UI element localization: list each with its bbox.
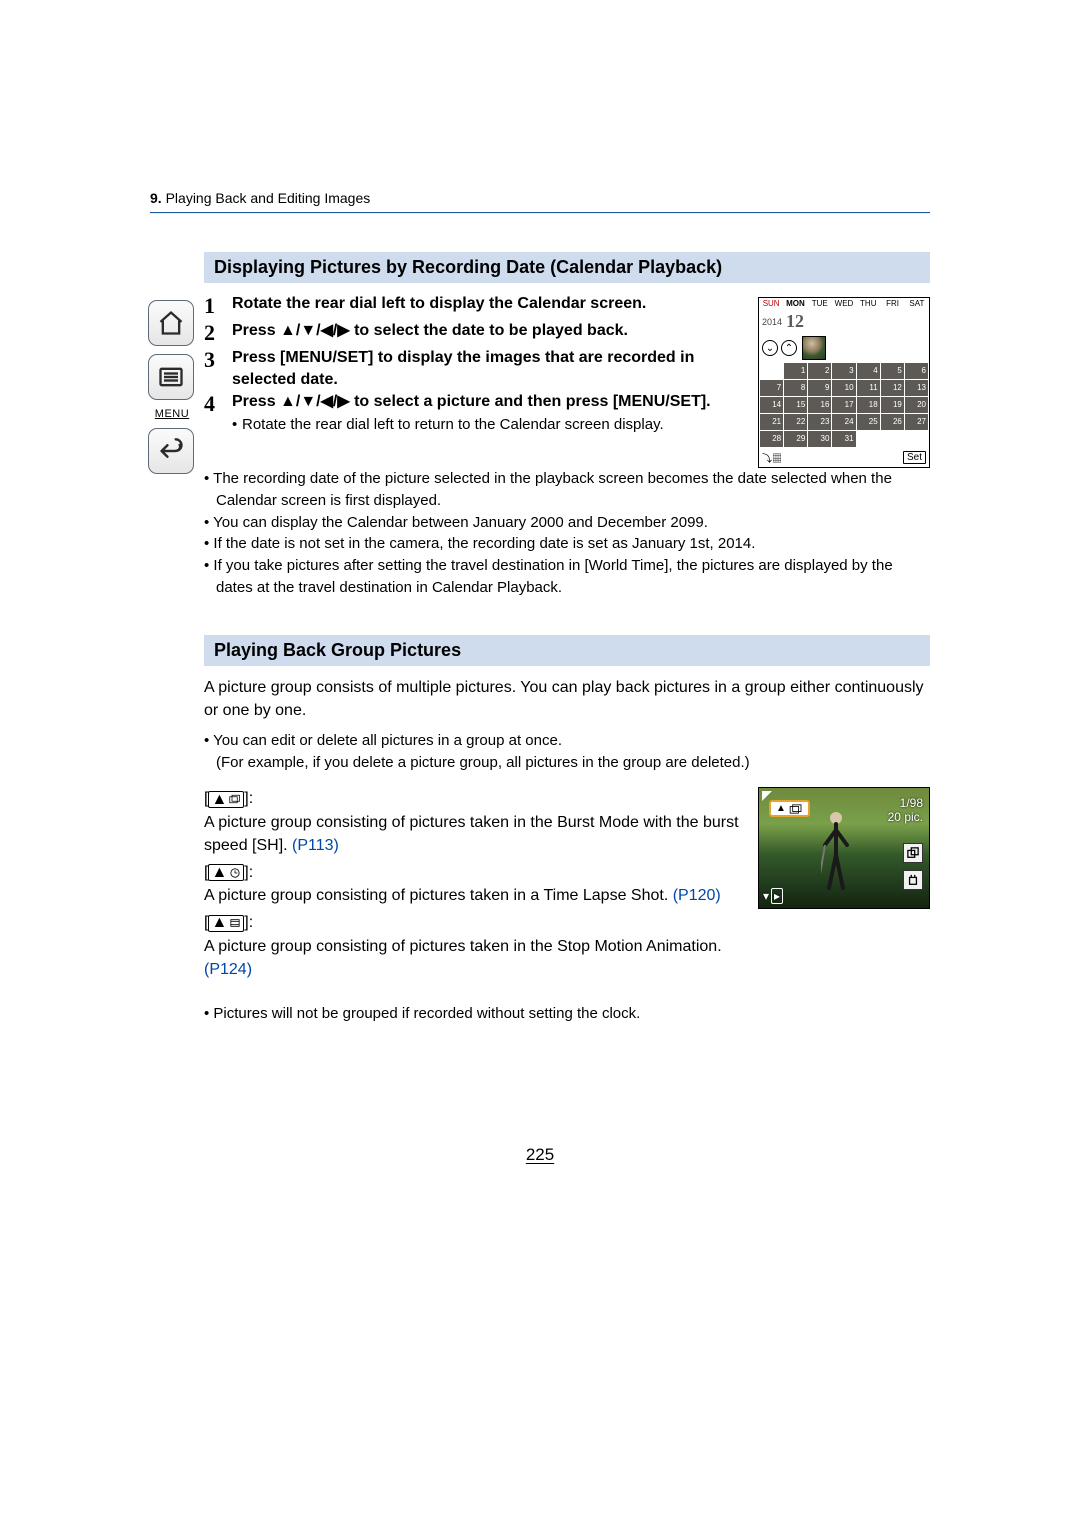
link-p120[interactable]: (P120) (673, 887, 721, 904)
header-rule (150, 212, 930, 214)
group-type-burst: [▲]: A picture group consisting of pictu… (204, 787, 744, 857)
burst-group-icon: ▲ (208, 791, 244, 808)
pf-icon-1 (903, 843, 923, 863)
cal-thumb (802, 336, 826, 360)
timelapse-group-icon: ▲ (208, 864, 244, 881)
calendar-figure: SUN MON TUE WED THU FRI SAT 2014 12 ⌄ ⌃ (758, 297, 930, 468)
section1-notes: The recording date of the picture select… (204, 468, 930, 599)
back-icon[interactable] (148, 428, 194, 474)
steps-list: 1Rotate the rear dial left to display th… (204, 293, 748, 435)
playback-figure: ▲ 1/98 20 pic. ▾ ▸ (758, 787, 930, 909)
group-note2: Pictures will not be grouped if recorded… (204, 1003, 930, 1025)
page-number: 225 (150, 1145, 930, 1165)
pf-icon-2 (903, 870, 923, 890)
pf-play-hint: ▾ ▸ (763, 888, 783, 904)
home-icon[interactable] (148, 300, 194, 346)
chapter-header: 9. Playing Back and Editing Images (150, 190, 930, 212)
section-title-calendar: Displaying Pictures by Recording Date (C… (204, 252, 930, 283)
group-type-stopmotion: [▲]: A picture group consisting of pictu… (204, 911, 744, 981)
cal-prev-icon: ⌄ (762, 340, 778, 356)
cal-next-icon: ⌃ (781, 340, 797, 356)
sidebar: MENU (148, 300, 196, 482)
golfer-icon (821, 810, 855, 892)
group-note1: You can edit or delete all pictures in a… (204, 730, 930, 774)
section-title-group: Playing Back Group Pictures (204, 635, 930, 666)
toc-icon[interactable] (148, 354, 194, 400)
group-intro: A picture group consists of multiple pic… (204, 676, 930, 722)
menu-label: MENU (148, 408, 196, 420)
group-badge: ▲ (769, 800, 810, 817)
cal-return-icon: ⤵▦ (762, 450, 782, 465)
group-type-timelapse: [▲]: A picture group consisting of pictu… (204, 861, 744, 907)
cal-set-button: Set (903, 451, 926, 464)
link-p113[interactable]: (P113) (292, 837, 339, 854)
stopmotion-group-icon: ▲ (208, 915, 244, 932)
link-p124[interactable]: (P124) (204, 961, 252, 978)
